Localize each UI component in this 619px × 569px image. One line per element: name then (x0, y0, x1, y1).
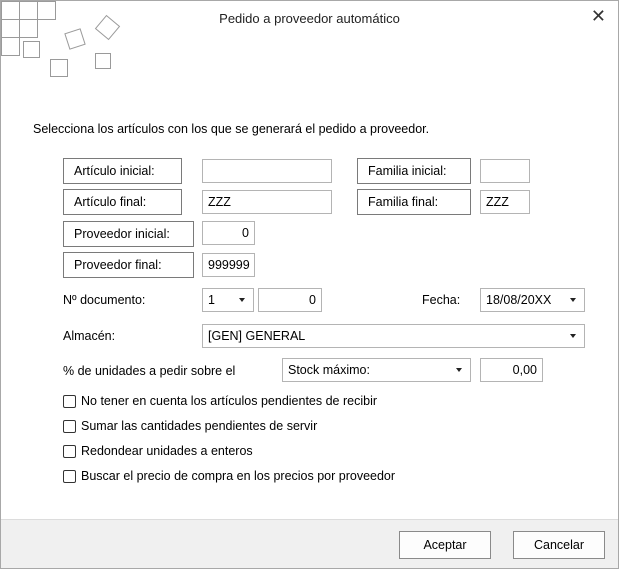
proveedor-inicial-input[interactable]: 0 (202, 221, 255, 245)
option-no-pendientes-recibir[interactable]: No tener en cuenta los artículos pendien… (63, 394, 377, 408)
familia-inicial-label: Familia inicial: (357, 158, 471, 184)
checkbox[interactable] (63, 419, 76, 433)
dialog-title: Pedido a proveedor automático (219, 11, 400, 26)
proveedor-final-input[interactable]: 999999 (202, 253, 255, 277)
fecha-label: Fecha: (422, 293, 461, 307)
unidades-label: % de unidades a pedir sobre el (63, 364, 236, 378)
familia-final-input[interactable]: ZZZ (480, 190, 530, 214)
dialog-footer: Aceptar Cancelar (1, 519, 618, 568)
checkbox[interactable] (63, 394, 76, 408)
familia-inicial-input[interactable] (480, 159, 530, 183)
articulo-final-input[interactable]: ZZZ (202, 190, 332, 214)
close-icon[interactable]: ✕ (591, 6, 606, 27)
fecha-picker[interactable]: 18/08/20XX (480, 288, 585, 312)
option-precio-por-proveedor[interactable]: Buscar el precio de compra en los precio… (63, 469, 395, 483)
option-label: Sumar las cantidades pendientes de servi… (81, 419, 318, 433)
chevron-down-icon[interactable] (570, 334, 576, 338)
option-redondear-unidades[interactable]: Redondear unidades a enteros (63, 444, 253, 458)
chevron-down-icon[interactable] (456, 368, 462, 372)
documento-numero-input[interactable]: 0 (258, 288, 322, 312)
familia-final-label: Familia final: (357, 189, 471, 215)
almacen-label: Almacén: (63, 329, 116, 343)
articulo-inicial-input[interactable] (202, 159, 332, 183)
chevron-down-icon[interactable] (570, 298, 576, 302)
dialog-window: Pedido a proveedor automático ✕ Seleccio… (0, 0, 619, 569)
cancel-button[interactable]: Cancelar (513, 531, 605, 559)
unidades-base-value: Stock máximo: (288, 363, 370, 377)
accept-button[interactable]: Aceptar (399, 531, 491, 559)
option-sumar-pendientes-servir[interactable]: Sumar las cantidades pendientes de servi… (63, 419, 317, 433)
option-label: Buscar el precio de compra en los precio… (81, 469, 396, 483)
unidades-base-select[interactable]: Stock máximo: (282, 358, 471, 382)
intro-text: Selecciona los artículos con los que se … (33, 122, 430, 136)
unidades-porcentaje-input[interactable]: 0,00 (480, 358, 543, 382)
almacen-select[interactable]: [GEN] GENERAL (202, 324, 585, 348)
proveedor-inicial-label: Proveedor inicial: (63, 221, 194, 247)
documento-label: Nº documento: (63, 293, 146, 307)
checkbox[interactable] (63, 469, 76, 483)
option-label: Redondear unidades a enteros (81, 444, 253, 458)
option-label: No tener en cuenta los artículos pendien… (81, 394, 378, 408)
documento-serie-value: 1 (208, 293, 215, 307)
articulo-inicial-label: Artículo inicial: (63, 158, 182, 184)
articulo-final-label: Artículo final: (63, 189, 182, 215)
fecha-value: 18/08/20XX (486, 293, 552, 307)
proveedor-final-label: Proveedor final: (63, 252, 194, 278)
documento-serie-select[interactable]: 1 (202, 288, 254, 312)
chevron-down-icon[interactable] (239, 298, 245, 302)
checkbox[interactable] (63, 444, 76, 458)
almacen-value: [GEN] GENERAL (208, 329, 306, 343)
